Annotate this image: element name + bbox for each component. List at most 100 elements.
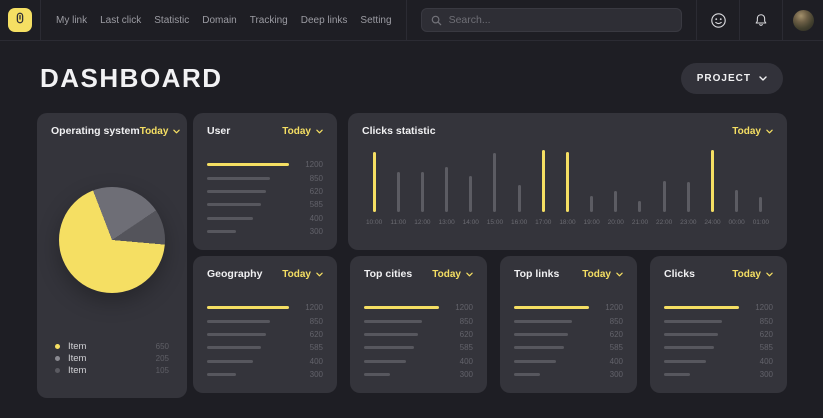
app-logo[interactable] bbox=[8, 8, 32, 32]
bar-row: 585 bbox=[664, 341, 773, 354]
bar bbox=[514, 346, 564, 349]
bar bbox=[566, 152, 569, 212]
time-label: 11:00 bbox=[390, 219, 406, 226]
period-dropdown[interactable]: Today bbox=[282, 269, 323, 280]
nav-item-my-link[interactable]: My link bbox=[56, 15, 87, 26]
bar-value: 300 bbox=[599, 370, 623, 379]
chevron-down-icon bbox=[316, 129, 323, 134]
bar-value: 620 bbox=[299, 330, 323, 339]
bar-row: 620 bbox=[664, 328, 773, 341]
bar-value: 850 bbox=[299, 317, 323, 326]
chevron-down-icon bbox=[173, 129, 180, 134]
support-icon bbox=[710, 12, 727, 29]
bar bbox=[614, 191, 617, 212]
bar bbox=[664, 306, 739, 309]
bar-row: 300 bbox=[514, 368, 623, 381]
search-input[interactable] bbox=[449, 14, 672, 26]
notifications-button[interactable] bbox=[740, 0, 782, 40]
bar-value: 1200 bbox=[299, 303, 323, 312]
bar-value: 585 bbox=[299, 343, 323, 352]
user-avatar[interactable] bbox=[793, 10, 814, 31]
card-title: Top cities bbox=[364, 268, 412, 280]
time-label: 00:00 bbox=[729, 219, 745, 226]
bar-value: 620 bbox=[299, 187, 323, 196]
pie-legend: Item 650 Item 205 Item 105 bbox=[51, 340, 173, 377]
bar bbox=[207, 360, 253, 363]
bar-row: 1200 bbox=[664, 301, 773, 314]
chevron-down-icon bbox=[759, 76, 767, 81]
bell-icon bbox=[753, 12, 769, 28]
bar-value: 620 bbox=[749, 330, 773, 339]
legend-value: 650 bbox=[156, 342, 169, 351]
bar-row: 850 bbox=[514, 314, 623, 327]
chart-column: 11:00 bbox=[386, 150, 410, 226]
bar bbox=[364, 360, 406, 363]
chart-column: 24:00 bbox=[700, 150, 724, 226]
support-button[interactable] bbox=[697, 0, 739, 40]
period-dropdown[interactable]: Today bbox=[582, 269, 623, 280]
nav-item-tracking[interactable]: Tracking bbox=[250, 15, 288, 26]
period-dropdown[interactable]: Today bbox=[140, 126, 181, 137]
search-box[interactable] bbox=[421, 8, 682, 32]
bar-row: 400 bbox=[207, 212, 323, 225]
card-title: Clicks bbox=[664, 268, 695, 280]
bar-row: 300 bbox=[664, 368, 773, 381]
bar-value: 850 bbox=[299, 174, 323, 183]
card-title: Top links bbox=[514, 268, 559, 280]
bar-value: 585 bbox=[749, 343, 773, 352]
nav-item-deep-links[interactable]: Deep links bbox=[301, 15, 348, 26]
avatar-wrap bbox=[783, 10, 823, 31]
card-title: Operating system bbox=[51, 125, 140, 137]
time-label: 01:00 bbox=[753, 219, 769, 226]
card-operating-system: Operating system Today Item 650 Item bbox=[37, 113, 187, 398]
bar bbox=[664, 320, 722, 323]
bar-row: 1200 bbox=[207, 301, 323, 314]
time-label: 13:00 bbox=[438, 219, 454, 226]
chart-column: 12:00 bbox=[410, 150, 434, 226]
nav-item-domain[interactable]: Domain bbox=[202, 15, 236, 26]
legend-label: Item bbox=[68, 341, 148, 352]
bar bbox=[207, 230, 236, 233]
link-icon bbox=[13, 11, 27, 30]
bar bbox=[664, 333, 718, 336]
bar-value: 850 bbox=[599, 317, 623, 326]
bar bbox=[207, 346, 261, 349]
period-dropdown[interactable]: Today bbox=[282, 126, 323, 137]
bar bbox=[207, 333, 266, 336]
bar-row: 300 bbox=[207, 368, 323, 381]
chart-column: 21:00 bbox=[628, 150, 652, 226]
chevron-down-icon bbox=[616, 272, 623, 277]
time-label: 24:00 bbox=[704, 219, 720, 226]
bar bbox=[514, 320, 572, 323]
nav-item-setting[interactable]: Setting bbox=[360, 15, 391, 26]
time-label: 16:00 bbox=[511, 219, 527, 226]
page-head: DASHBOARD PROJECT bbox=[0, 41, 823, 94]
bar-row: 585 bbox=[207, 198, 323, 211]
nav-item-last-click[interactable]: Last click bbox=[100, 15, 141, 26]
nav-item-statistic[interactable]: Statistic bbox=[154, 15, 189, 26]
project-dropdown[interactable]: PROJECT bbox=[681, 63, 783, 94]
bar-value: 850 bbox=[749, 317, 773, 326]
bar bbox=[711, 150, 714, 212]
period-dropdown[interactable]: Today bbox=[732, 269, 773, 280]
bar-value: 300 bbox=[749, 370, 773, 379]
period-dropdown[interactable]: Today bbox=[432, 269, 473, 280]
chevron-down-icon bbox=[766, 272, 773, 277]
bar-row: 400 bbox=[664, 355, 773, 368]
bar-row: 850 bbox=[664, 314, 773, 327]
bar-list: 1200 850 620 585 400 300 bbox=[514, 301, 623, 381]
bar bbox=[207, 217, 253, 220]
period-label: Today bbox=[282, 269, 311, 280]
bar bbox=[373, 152, 376, 212]
chart-column: 17:00 bbox=[531, 150, 555, 226]
legend-value: 205 bbox=[156, 354, 169, 363]
page-title: DASHBOARD bbox=[40, 63, 223, 94]
bar bbox=[207, 320, 270, 323]
period-dropdown[interactable]: Today bbox=[732, 126, 773, 137]
bar-value: 1200 bbox=[299, 160, 323, 169]
bar bbox=[514, 333, 568, 336]
bar bbox=[493, 153, 496, 212]
bar-row: 850 bbox=[207, 171, 323, 184]
bar bbox=[638, 201, 641, 212]
bar-row: 400 bbox=[207, 355, 323, 368]
